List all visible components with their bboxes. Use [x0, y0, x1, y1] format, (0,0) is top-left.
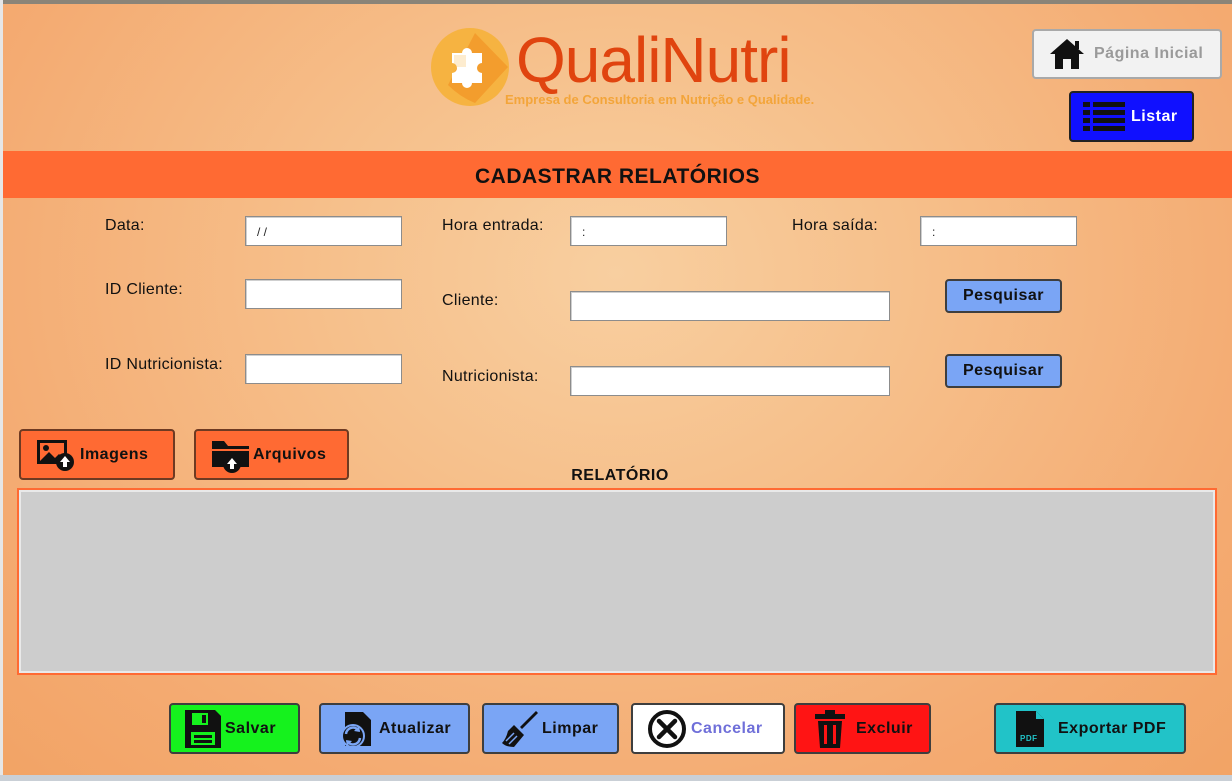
home-button-label: Página Inicial: [1094, 45, 1204, 62]
pesquisar-cliente-button[interactable]: Pesquisar: [945, 279, 1062, 313]
app-window: QualiNutri Empresa de Consultoria em Nut…: [0, 0, 1232, 781]
id-nutricionista-field[interactable]: [245, 354, 402, 384]
nutricionista-label: Nutricionista:: [442, 368, 539, 385]
arquivos-button-label: Arquivos: [253, 445, 327, 463]
hora-entrada-label: Hora entrada:: [442, 217, 544, 234]
circle-x-icon: [648, 709, 686, 748]
relatorio-textarea[interactable]: [17, 488, 1217, 675]
pesquisar-nutricionista-button[interactable]: Pesquisar: [945, 354, 1062, 388]
id-nutricionista-label: ID Nutricionista:: [105, 356, 224, 373]
window-bottom-border: [0, 775, 1232, 781]
refresh-document-icon: [341, 711, 371, 748]
trash-icon: [815, 709, 845, 748]
data-label: Data:: [105, 217, 145, 234]
cliente-field[interactable]: [570, 291, 890, 321]
svg-text:PDF: PDF: [1020, 734, 1038, 743]
imagens-button-label: Imagens: [80, 445, 149, 463]
brand-tagline: Empresa de Consultoria em Nutrição e Qua…: [505, 92, 815, 107]
atualizar-button[interactable]: Atualizar: [319, 703, 470, 754]
exportar-pdf-button[interactable]: PDF Exportar PDF: [994, 703, 1186, 754]
list-button-label: Listar: [1131, 107, 1178, 125]
exportar-pdf-button-label: Exportar PDF: [1058, 719, 1167, 737]
cliente-label: Cliente:: [442, 292, 499, 309]
list-icon: [1083, 101, 1125, 131]
limpar-button-label: Limpar: [542, 719, 599, 737]
id-cliente-field[interactable]: [245, 279, 402, 309]
pdf-file-icon: PDF: [1016, 710, 1044, 747]
hora-saida-field[interactable]: :: [920, 216, 1077, 246]
nutricionista-field[interactable]: [570, 366, 890, 396]
puzzle-logo-icon: [431, 28, 509, 106]
hora-saida-label: Hora saída:: [792, 217, 879, 234]
list-button[interactable]: Listar: [1069, 91, 1194, 142]
broom-icon: [502, 710, 538, 747]
excluir-button-label: Excluir: [856, 719, 913, 737]
home-icon: [1050, 39, 1084, 69]
title-band: CADASTRAR RELATÓRIOS: [3, 151, 1232, 198]
atualizar-button-label: Atualizar: [379, 719, 452, 737]
excluir-button[interactable]: Excluir: [794, 703, 931, 754]
window-top-border: [0, 0, 1232, 4]
hora-entrada-field[interactable]: :: [570, 216, 727, 246]
cancelar-button[interactable]: Cancelar: [631, 703, 785, 754]
home-button[interactable]: Página Inicial: [1032, 29, 1222, 79]
id-cliente-label: ID Cliente:: [105, 281, 183, 298]
relatorio-label: RELATÓRIO: [571, 467, 669, 484]
floppy-disk-icon: [185, 709, 221, 748]
salvar-button[interactable]: Salvar: [169, 703, 300, 754]
page-title: CADASTRAR RELATÓRIOS: [475, 165, 760, 188]
cancelar-button-label: Cancelar: [691, 719, 763, 737]
data-field[interactable]: / /: [245, 216, 402, 246]
brand-name: QualiNutri: [516, 24, 792, 96]
window-left-border: [0, 0, 3, 781]
salvar-button-label: Salvar: [225, 719, 277, 737]
limpar-button[interactable]: Limpar: [482, 703, 619, 754]
